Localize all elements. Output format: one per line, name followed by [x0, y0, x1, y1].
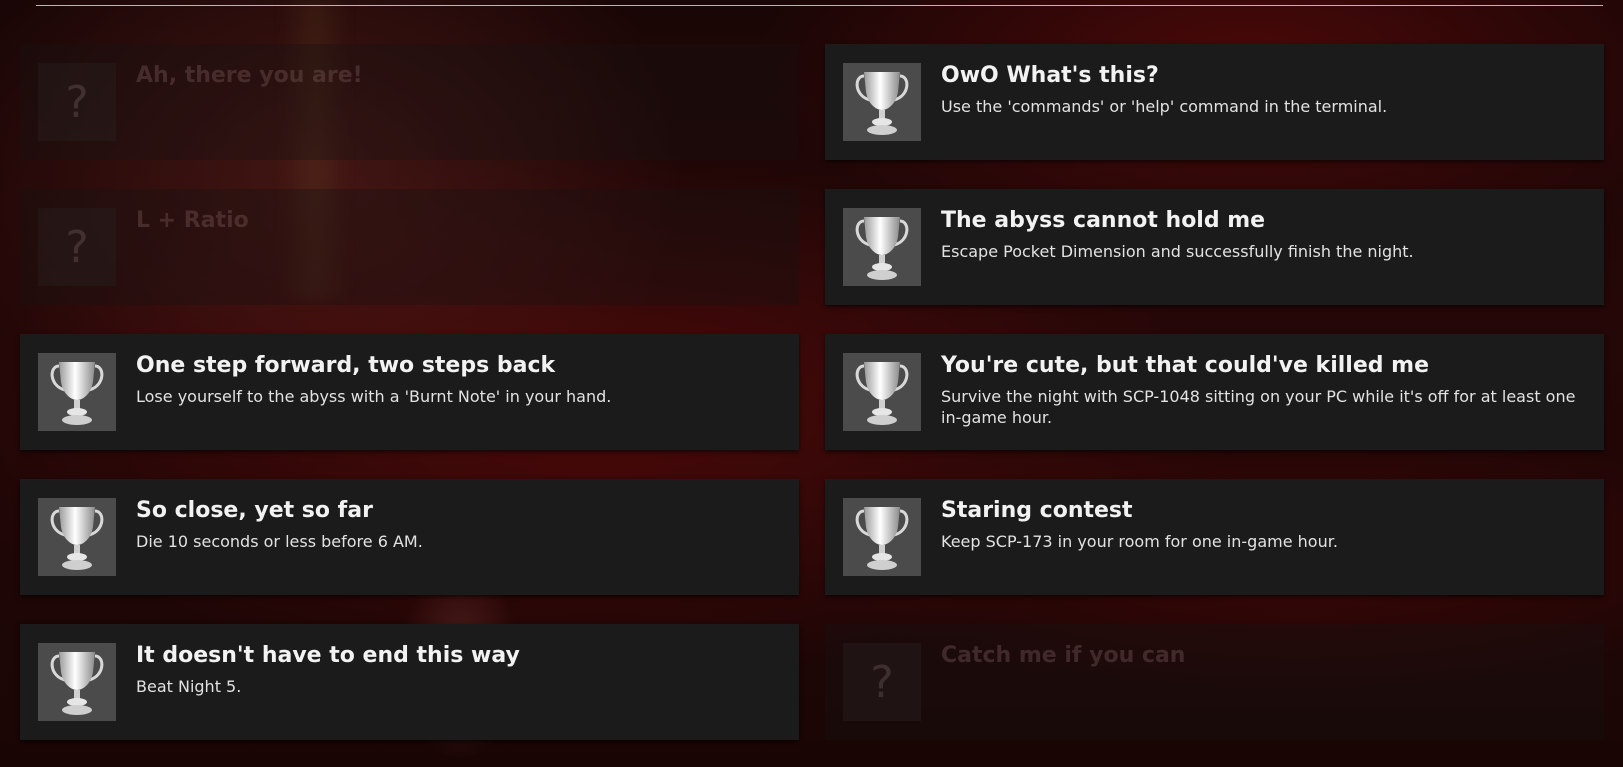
achievement-description: Keep SCP-173 in your room for one in-gam… — [941, 532, 1338, 551]
achievement-card[interactable]: You're cute, but that could've killed me… — [825, 334, 1604, 450]
trophy-icon — [855, 507, 909, 570]
achievement-title: It doesn't have to end this way — [136, 643, 520, 668]
achievement-card[interactable]: The abyss cannot hold me Escape Pocket D… — [825, 189, 1604, 305]
achievement-title: Staring contest — [941, 498, 1133, 523]
achievement-description: Beat Night 5. — [136, 677, 242, 696]
locked-icon-box: ? — [843, 643, 921, 721]
achievement-card[interactable]: Staring contest Keep SCP-173 in your roo… — [825, 479, 1604, 595]
achievement-description: Survive the night with SCP-1048 sitting … — [941, 387, 1576, 427]
trophy-icon — [50, 362, 104, 425]
achievement-card-locked[interactable]: ? Catch me if you can — [825, 624, 1604, 740]
question-mark-icon: ? — [65, 76, 89, 128]
achievement-title: One step forward, two steps back — [136, 353, 556, 378]
achievement-card-locked[interactable]: ? Ah, there you are! — [20, 44, 799, 160]
trophy-icon-box — [38, 353, 116, 431]
achievement-description: Die 10 seconds or less before 6 AM. — [136, 532, 423, 551]
locked-icon-box: ? — [38, 208, 116, 286]
achievements-screen: ? Ah, there you are! OwO What's this? Us… — [0, 0, 1623, 767]
achievement-card[interactable]: So close, yet so far Die 10 seconds or l… — [20, 479, 799, 595]
locked-icon-box: ? — [38, 63, 116, 141]
achievement-description: Escape Pocket Dimension and successfully… — [941, 242, 1414, 261]
trophy-icon-box — [843, 63, 921, 141]
achievement-description: Use the 'commands' or 'help' command in … — [941, 97, 1388, 116]
achievement-title: L + Ratio — [136, 208, 249, 233]
achievement-title: Ah, there you are! — [136, 63, 363, 88]
achievement-title: Catch me if you can — [941, 643, 1186, 668]
trophy-icon — [855, 217, 909, 280]
achievement-title: You're cute, but that could've killed me — [941, 353, 1429, 378]
trophy-icon-box — [843, 208, 921, 286]
question-mark-icon: ? — [65, 221, 89, 273]
achievement-card-locked[interactable]: ? L + Ratio — [20, 189, 799, 305]
trophy-icon-box — [38, 643, 116, 721]
header-divider — [36, 5, 1603, 6]
achievement-card[interactable]: It doesn't have to end this way Beat Nig… — [20, 624, 799, 740]
achievement-description: Lose yourself to the abyss with a 'Burnt… — [136, 387, 612, 406]
trophy-icon-box — [38, 498, 116, 576]
achievement-title: So close, yet so far — [136, 498, 373, 523]
achievement-card[interactable]: One step forward, two steps back Lose yo… — [20, 334, 799, 450]
achievement-title: The abyss cannot hold me — [941, 208, 1266, 233]
trophy-icon — [50, 507, 104, 570]
question-mark-icon: ? — [870, 656, 894, 708]
trophy-icon — [50, 652, 104, 715]
achievement-title: OwO What's this? — [941, 63, 1159, 88]
achievement-card[interactable]: OwO What's this? Use the 'commands' or '… — [825, 44, 1604, 160]
trophy-icon-box — [843, 498, 921, 576]
trophy-icon — [855, 72, 909, 135]
trophy-icon — [855, 362, 909, 425]
trophy-icon-box — [843, 353, 921, 431]
